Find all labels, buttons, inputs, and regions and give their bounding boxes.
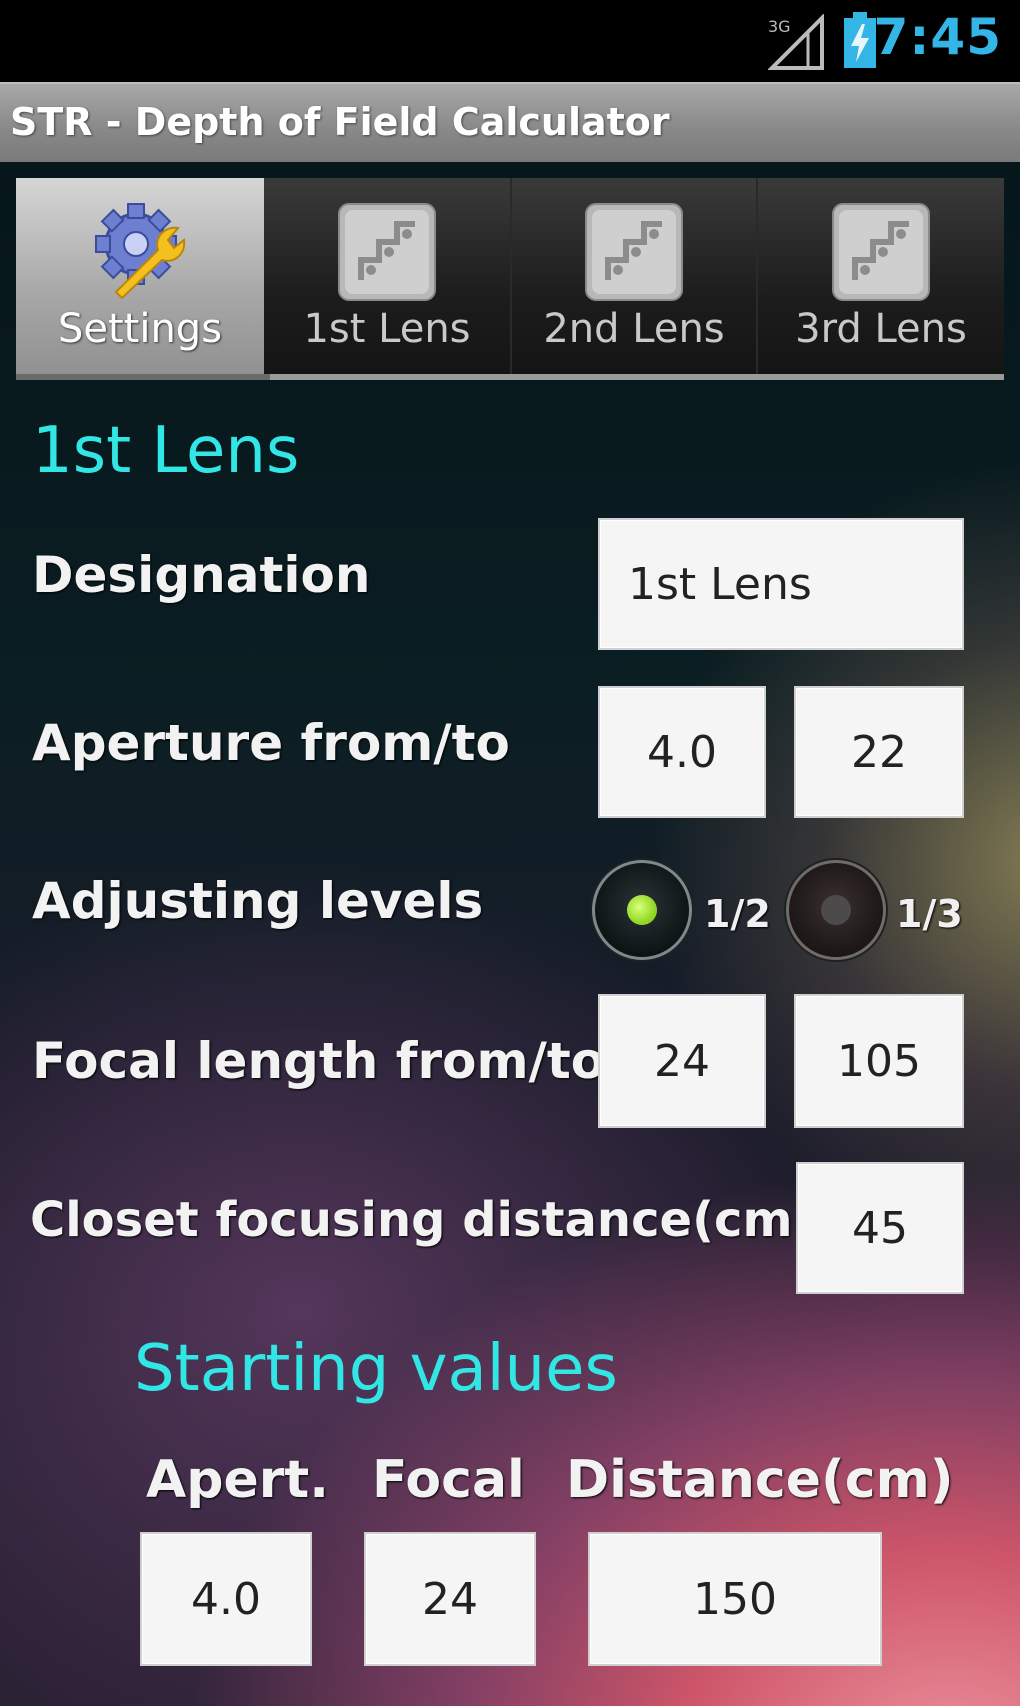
aperture-steps-icon: [832, 203, 930, 301]
signal-3g-icon: 3G: [768, 14, 824, 70]
adjusting-third-label: 1/3: [896, 892, 963, 936]
title-bar: STR - Depth of Field Calculator: [0, 82, 1020, 162]
svg-text:3G: 3G: [768, 17, 791, 36]
section-heading: 1st Lens: [32, 414, 300, 488]
tab-bar: Settings 1st Lens 2nd Lens 3rd Lens: [16, 178, 1004, 380]
tab-2nd-lens-label: 2nd Lens: [543, 306, 725, 352]
starting-distance-input[interactable]: [588, 1532, 882, 1666]
focal-to-input[interactable]: [794, 994, 964, 1128]
focal-length-label: Focal length from/to: [32, 1032, 606, 1090]
starting-focal-input[interactable]: [364, 1532, 536, 1666]
starting-distance-label: Distance(cm): [566, 1450, 954, 1510]
status-bar: 3G 7:45: [0, 0, 1020, 82]
closest-distance-label: Closet focusing distance(cm): [30, 1192, 815, 1248]
designation-label: Designation: [32, 546, 371, 604]
tab-settings-label: Settings: [57, 306, 223, 352]
adjusting-half-radio[interactable]: [592, 860, 692, 960]
app-title: STR - Depth of Field Calculator: [10, 100, 670, 144]
settings-gear-wrench-icon: [95, 203, 186, 300]
starting-focal-label: Focal: [372, 1450, 525, 1510]
adjusting-half-label: 1/2: [704, 892, 771, 936]
starting-values-heading: Starting values: [134, 1332, 618, 1406]
starting-aperture-input[interactable]: [140, 1532, 312, 1666]
designation-input[interactable]: [598, 518, 964, 650]
screen: 3G 7:45 STR - Depth of Field Calculator: [0, 0, 1020, 1706]
aperture-to-input[interactable]: [794, 686, 964, 818]
closest-distance-input[interactable]: [796, 1162, 964, 1294]
tab-3rd-lens[interactable]: 3rd Lens: [758, 178, 1004, 380]
aperture-from-input[interactable]: [598, 686, 766, 818]
radio-dot: [627, 895, 657, 925]
tab-settings[interactable]: Settings: [16, 178, 264, 380]
tab-3rd-lens-label: 3rd Lens: [795, 306, 967, 352]
aperture-steps-icon: [338, 203, 436, 301]
focal-from-input[interactable]: [598, 994, 766, 1128]
aperture-steps-icon: [585, 203, 683, 301]
battery-charging-icon: [844, 12, 876, 68]
aperture-label: Aperture from/to: [32, 714, 510, 772]
tab-1st-lens-label: 1st Lens: [303, 306, 471, 352]
adjusting-third-radio[interactable]: [786, 860, 886, 960]
tab-indicator: [16, 374, 270, 380]
radio-dot: [821, 895, 851, 925]
tab-divider: [270, 374, 1004, 380]
clock: 7:45: [873, 8, 1002, 66]
adjusting-levels-label: Adjusting levels: [32, 872, 484, 930]
tab-2nd-lens[interactable]: 2nd Lens: [512, 178, 758, 380]
tab-1st-lens[interactable]: 1st Lens: [264, 178, 512, 380]
starting-aperture-label: Apert.: [146, 1450, 329, 1510]
